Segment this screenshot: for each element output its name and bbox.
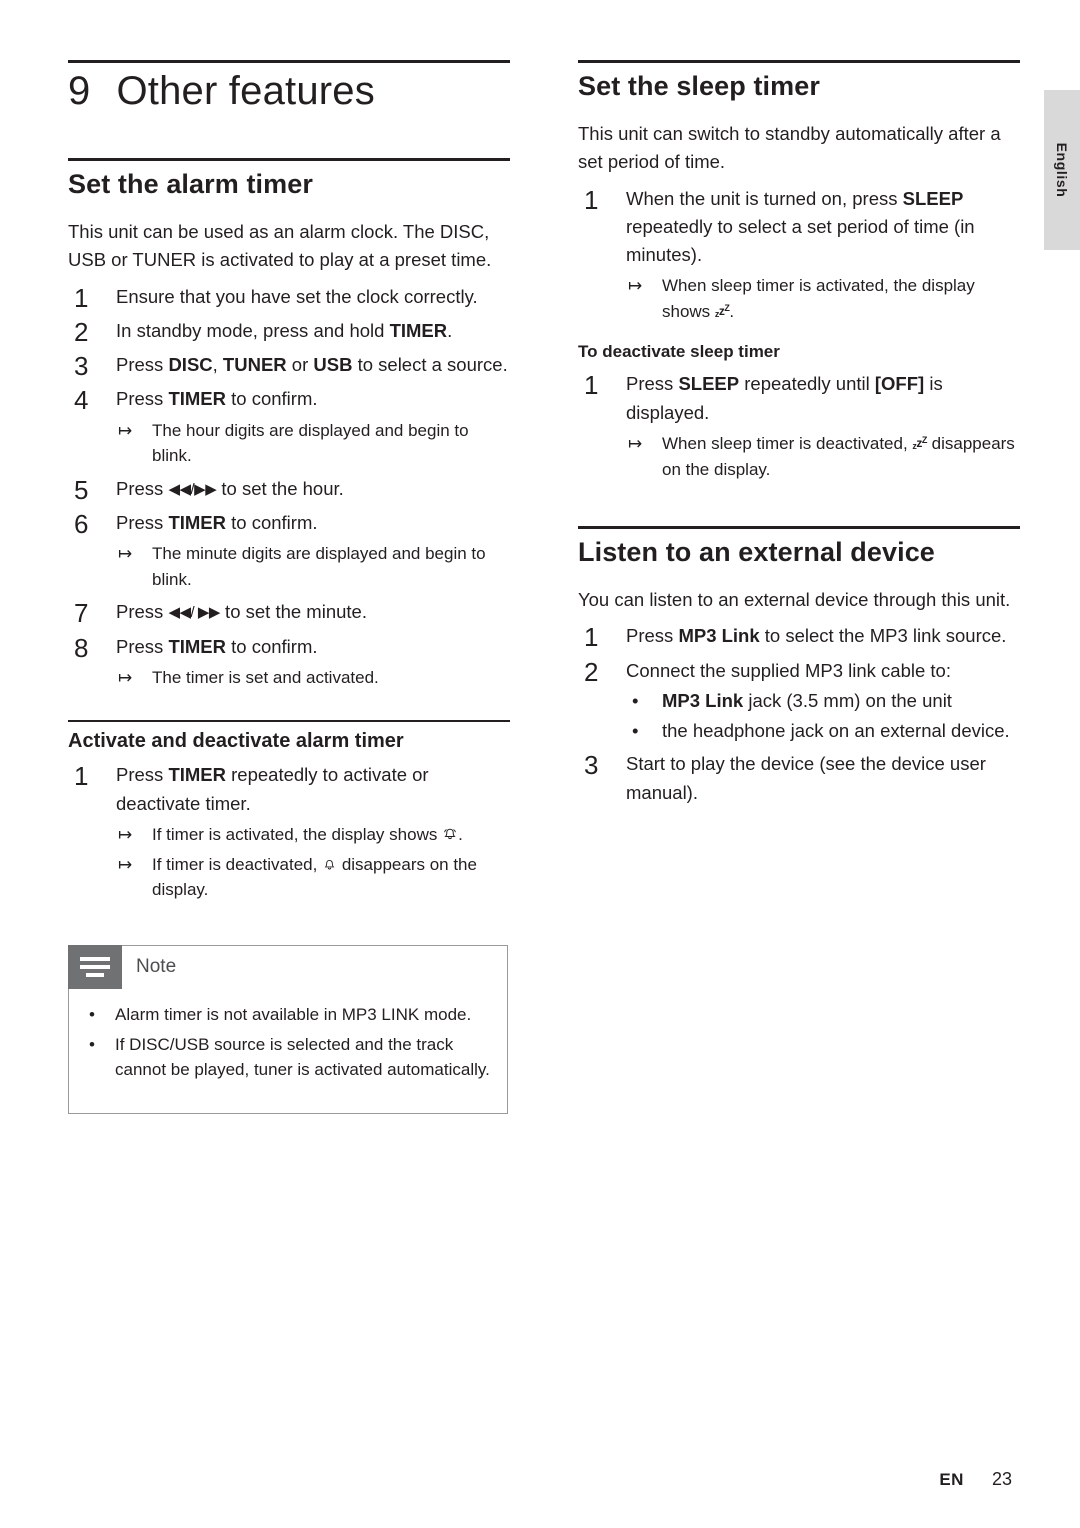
alarm-step-3: Press DISC, TUNER or USB to select a sou… (74, 347, 508, 387)
external-section-heading: Listen to an external device (578, 537, 935, 568)
alarm-intro: This unit can be used as an alarm clock.… (68, 221, 492, 271)
chapter-number: 9 (68, 69, 91, 113)
alarm-note-set: ↦ The timer is set and activated. (116, 665, 510, 691)
alarm-step-2: In standby mode, press and hold TIMER. (74, 313, 453, 353)
chapter-heading: 9 Other features (68, 69, 510, 114)
bullet-icon: • (632, 689, 639, 711)
activate-note-2a-text: If timer is deactivated, (152, 854, 318, 874)
activate-sub-rule (68, 720, 510, 723)
chapter-title-text: Other features (116, 69, 375, 113)
alarm-step-7: Press ◀◀/ ▶▶ to set the minute. (74, 594, 367, 634)
prev-next-icon: ◀◀/ ▶▶ (168, 604, 220, 622)
bullet-icon: • (89, 1035, 95, 1055)
alarm-note-hour-text: The hour digits are displayed and begin … (152, 420, 469, 466)
sleep-step-1: When the unit is turned on, press SLEEP … (578, 181, 1020, 325)
alarm-note-minute-text: The minute digits are displayed and begi… (152, 544, 486, 589)
prev-next-icon: ◀◀/▶▶ (168, 480, 217, 498)
bullet-icon: • (632, 719, 639, 741)
activate-steps: Press TIMER repeatedly to activate or de… (68, 757, 510, 903)
bullet-icon: • (89, 1004, 95, 1024)
note-title: Note (122, 944, 508, 989)
alarm-note-set-text: The timer is set and activated. (152, 667, 379, 687)
alarm-step-5: Press ◀◀/▶▶ to set the hour. (74, 471, 344, 511)
language-tab: English (1044, 90, 1080, 250)
activate-note-2: ↦ If timer is deactivated, disappears on… (116, 852, 510, 903)
activate-step-1: Press TIMER repeatedly to activate or de… (68, 757, 510, 903)
alarm-note-hour: ↦ The hour digits are displayed and begi… (116, 418, 510, 469)
footer-page-number: 23 (991, 1469, 1012, 1489)
note-item-2: • If DISC/USB source is selected and the… (83, 1033, 493, 1082)
note-icon (68, 944, 122, 989)
external-step-2: Connect the supplied MP3 link cable to: … (578, 653, 1020, 745)
alarm-section-heading: Set the alarm timer (68, 169, 313, 199)
footer-language: EN (939, 1470, 964, 1489)
sleep-intro: This unit can switch to standby automati… (578, 123, 1001, 173)
arrow-icon: ↦ (118, 544, 133, 564)
note-item-1: • Alarm timer is not available in MP3 LI… (83, 1003, 493, 1028)
page-footer: EN 23 (939, 1469, 1012, 1490)
sleep-section-rule (578, 60, 1020, 63)
sleep-note-1: ↦ When sleep timer is activated, the dis… (626, 273, 1020, 324)
deactivate-sleep-note-a: When sleep timer is deactivated, (662, 434, 908, 454)
deactivate-sleep-steps: Press SLEEP repeatedly until [OFF] is di… (578, 366, 1020, 482)
sleep-note-1-text: When sleep timer is activated, the displ… (662, 276, 975, 321)
external-section-rule (578, 526, 1020, 530)
chapter-rule (68, 60, 510, 63)
external-step-3: Start to play the device (see the device… (578, 746, 1020, 807)
alarm-note-minute: ↦ The minute digits are displayed and be… (116, 541, 510, 592)
external-step-1: Press MP3 Link to select the MP3 link so… (584, 618, 1007, 658)
alarm-step-1-text: Ensure that you have set the clock corre… (116, 285, 478, 307)
note-body: • Alarm timer is not available in MP3 LI… (68, 988, 508, 1114)
external-steps: Press MP3 Link to select the MP3 link so… (578, 618, 1020, 807)
arrow-icon: ↦ (628, 276, 643, 296)
external-bullet-2-text: the headphone jack on an external device… (662, 719, 1010, 741)
alarm-steps: Ensure that you have set the clock corre… (68, 279, 510, 691)
alarm-bell-icon-2 (322, 855, 342, 874)
alarm-section-rule (68, 158, 510, 161)
sleep-steps: When the unit is turned on, press SLEEP … (578, 181, 1020, 325)
arrow-icon: ↦ (628, 434, 643, 454)
note-box: Note • Alarm timer is not available in M… (68, 944, 508, 1114)
sleep-section-heading: Set the sleep timer (578, 71, 820, 101)
external-bullet-1: • MP3 Link jack (3.5 mm) on the unit (626, 687, 1020, 715)
external-bullet-2: • the headphone jack on an external devi… (626, 717, 1020, 745)
arrow-icon: ↦ (118, 854, 133, 874)
alarm-step-4: Press TIMER to confirm. ↦ The hour digit… (68, 381, 510, 469)
activate-sub-heading: Activate and deactivate alarm timer (68, 730, 404, 753)
note-item-1-text: Alarm timer is not available in MP3 LINK… (115, 1004, 472, 1024)
deactivate-sleep-note: ↦ When sleep timer is deactivated, zzZ d… (626, 431, 1020, 482)
external-intro: You can listen to an external device thr… (578, 589, 1011, 611)
arrow-icon: ↦ (118, 825, 133, 845)
sleep-zzz-icon: zzZ (714, 302, 730, 319)
alarm-step-6: Press TIMER to confirm. ↦ The minute dig… (68, 505, 510, 592)
note-header: Note (68, 944, 508, 989)
arrow-icon: ↦ (118, 667, 133, 687)
left-column: 9 Other features Set the alarm timer Thi… (68, 60, 510, 1114)
language-tab-label: English (1054, 142, 1070, 198)
manual-page: English 9 Other features Set the alarm t… (0, 0, 1080, 1528)
alarm-bell-icon: . (442, 825, 463, 844)
note-item-2-text: If DISC/USB source is selected and the t… (115, 1035, 490, 1079)
external-step-3-text: Start to play the device (see the device… (626, 753, 986, 803)
deactivate-sleep-step-1: Press SLEEP repeatedly until [OFF] is di… (578, 366, 1020, 482)
deactivate-sleep-heading: To deactivate sleep timer (578, 342, 780, 362)
activate-note-1: ↦ If timer is activated, the display sho… (116, 822, 510, 848)
sleep-zzz-icon-2: zzZ (912, 435, 927, 452)
right-column: Set the sleep timer This unit can switch… (578, 60, 1020, 807)
activate-note-1-text: If timer is activated, the display shows (152, 825, 438, 845)
arrow-icon: ↦ (118, 420, 133, 440)
alarm-step-8: Press TIMER to confirm. ↦ The timer is s… (68, 629, 510, 691)
alarm-step-1: Ensure that you have set the clock corre… (68, 279, 510, 319)
